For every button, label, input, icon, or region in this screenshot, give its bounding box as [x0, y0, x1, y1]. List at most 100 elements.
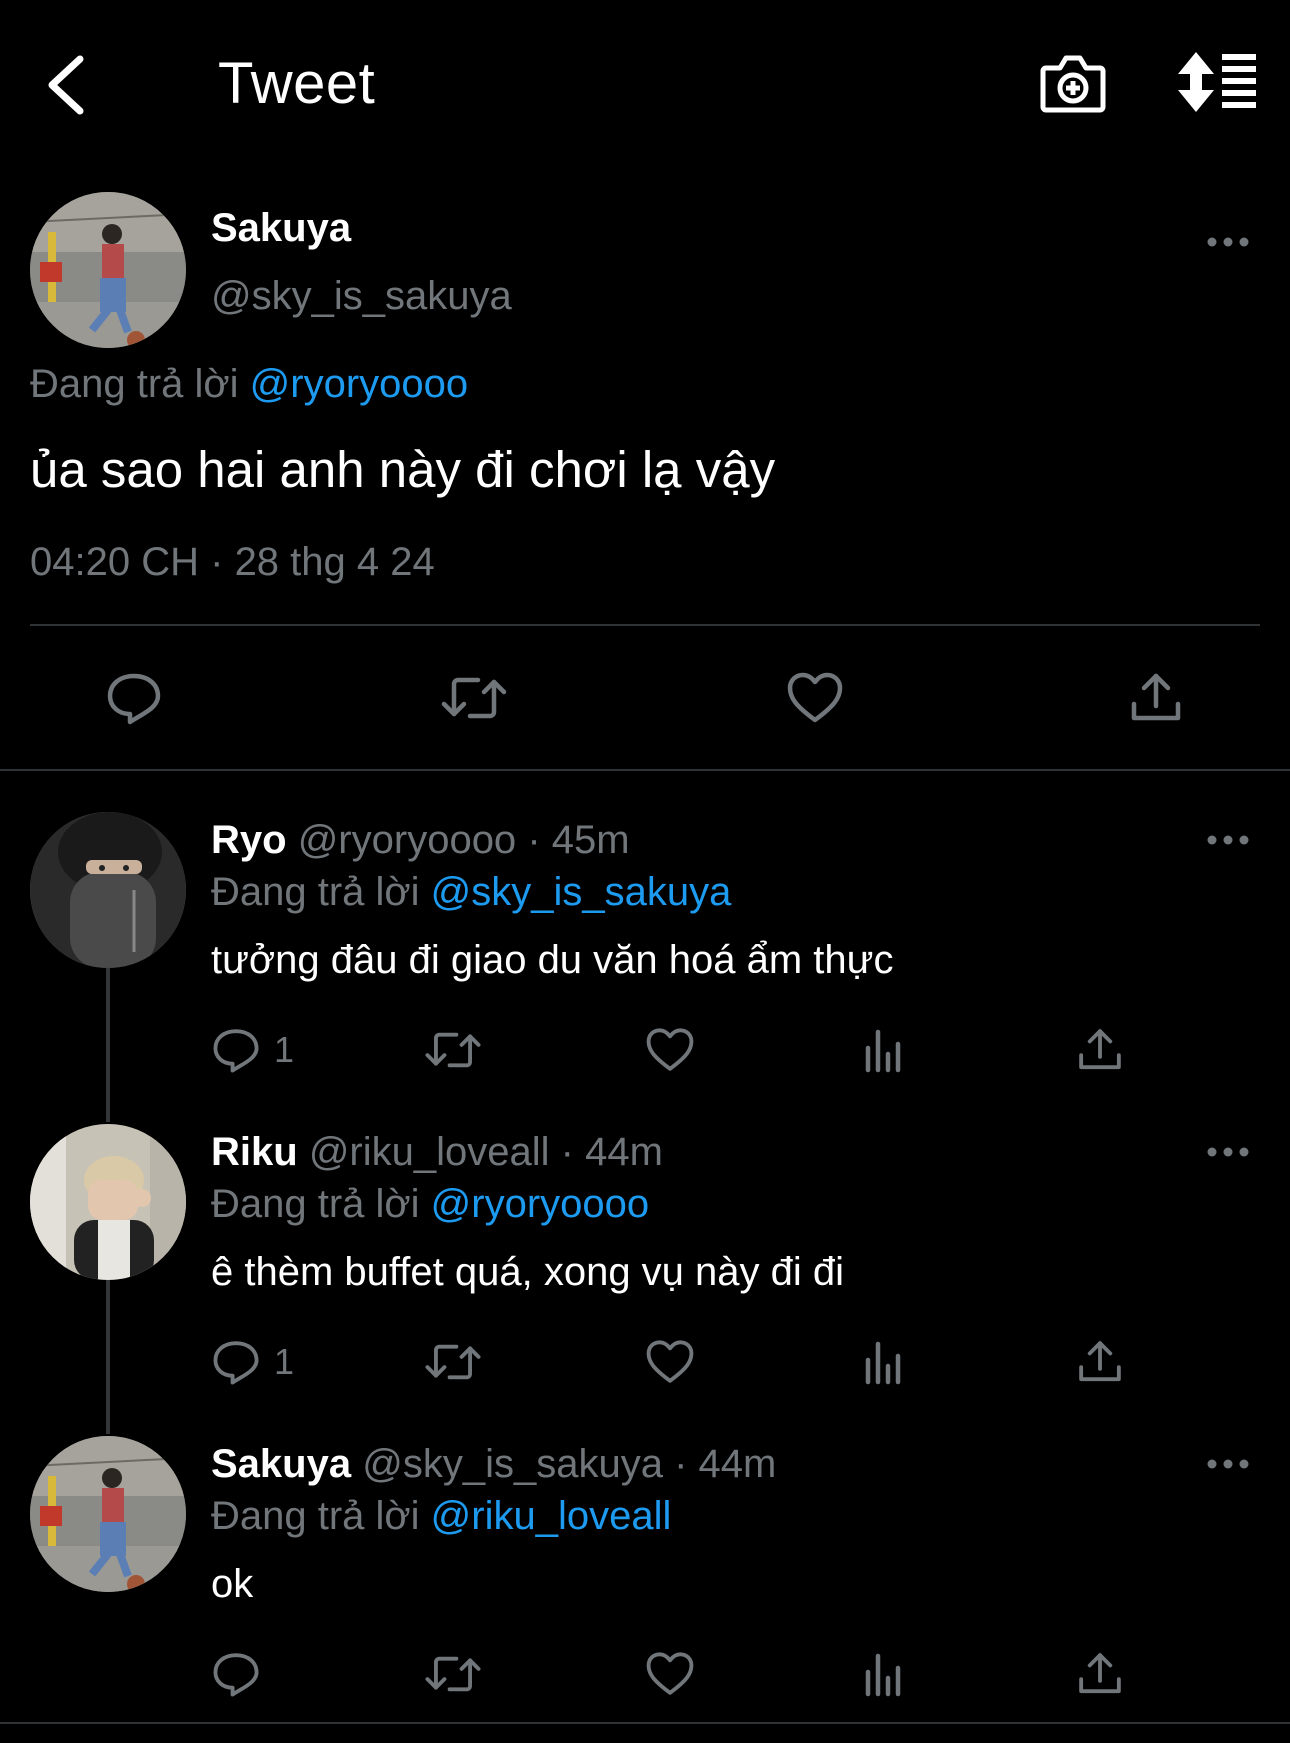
- author-handle[interactable]: @sky_is_sakuya: [362, 1442, 663, 1486]
- avatar-photo: [30, 192, 186, 348]
- divider: [30, 624, 1260, 626]
- reply-icon: [107, 673, 161, 725]
- reply-text: tưởng đâu đi giao du văn hoá ẩm thực: [211, 938, 894, 982]
- like-button[interactable]: [645, 1338, 695, 1386]
- thread-line: [106, 1280, 110, 1434]
- like-button[interactable]: [645, 1650, 695, 1698]
- analytics-icon: [865, 1341, 901, 1385]
- avatar-photo: [30, 1436, 186, 1592]
- divider: [0, 1722, 1290, 1724]
- reply-header: Ryo @ryoryoooo · 45m: [211, 818, 630, 863]
- retweet-button[interactable]: [424, 1650, 482, 1698]
- avatar[interactable]: [30, 1124, 186, 1280]
- more-options-button[interactable]: [1206, 232, 1250, 252]
- back-button[interactable]: [44, 55, 88, 115]
- reply-button[interactable]: [106, 670, 162, 726]
- reply-icon: [213, 1341, 259, 1385]
- share-icon: [1079, 1341, 1121, 1382]
- like-button[interactable]: [786, 670, 844, 726]
- timestamp-separator: ·: [210, 540, 224, 584]
- replying-mention-link[interactable]: @ryoryoooo: [250, 362, 468, 406]
- retweet-button[interactable]: [424, 1338, 482, 1386]
- tweet-time: 04:20 CH: [30, 540, 199, 584]
- avatar[interactable]: [30, 812, 186, 968]
- author-name[interactable]: Ryo: [211, 818, 287, 862]
- share-button[interactable]: [1076, 1338, 1124, 1386]
- views-button[interactable]: [862, 1026, 906, 1074]
- retweet-icon: [425, 1656, 481, 1692]
- author-handle[interactable]: @riku_loveall: [309, 1130, 550, 1174]
- more-options-button[interactable]: [1206, 1454, 1250, 1474]
- replying-to: Đang trả lời @ryoryoooo: [211, 1182, 649, 1227]
- more-icon: [1207, 1459, 1249, 1469]
- replying-to: Đang trả lời @sky_is_sakuya: [211, 870, 731, 915]
- reply-header: Sakuya @sky_is_sakuya · 44m: [211, 1442, 776, 1487]
- divider: [0, 769, 1290, 771]
- more-icon: [1207, 835, 1249, 845]
- more-icon: [1207, 237, 1249, 247]
- avatar-photo: [30, 1124, 186, 1280]
- reply-button[interactable]: 1: [212, 1026, 294, 1074]
- page-title: Tweet: [218, 51, 376, 116]
- reply-header: Riku @riku_loveall · 44m: [211, 1130, 663, 1175]
- chevron-left-icon: [48, 55, 84, 115]
- replying-mention-link[interactable]: @riku_loveall: [431, 1494, 672, 1538]
- reply-icon: [213, 1653, 259, 1697]
- share-button[interactable]: [1128, 670, 1184, 726]
- tweet-date: 28 thg 4 24: [234, 540, 435, 584]
- reply-button[interactable]: [212, 1650, 274, 1698]
- like-button[interactable]: [645, 1026, 695, 1074]
- tweet-timestamp[interactable]: 04:20 CH · 28 thg 4 24: [30, 540, 435, 585]
- reply-text: ok: [211, 1562, 254, 1606]
- reply-button[interactable]: 1: [212, 1338, 294, 1386]
- heart-icon: [646, 1652, 694, 1695]
- separator: ·: [560, 1130, 574, 1174]
- reply-count: 1: [274, 1341, 295, 1382]
- share-icon: [1131, 673, 1181, 721]
- author-handle[interactable]: @sky_is_sakuya: [211, 274, 512, 319]
- reply-age[interactable]: 45m: [552, 818, 630, 862]
- views-button[interactable]: [862, 1650, 906, 1698]
- replying-to: Đang trả lời @ryoryoooo: [30, 362, 468, 407]
- retweet-icon: [425, 1344, 481, 1380]
- more-options-button[interactable]: [1206, 1142, 1250, 1162]
- camera-button[interactable]: [1040, 50, 1106, 114]
- author-name[interactable]: Sakuya: [211, 206, 351, 251]
- more-options-button[interactable]: [1206, 830, 1250, 850]
- avatar-photo: [30, 812, 186, 968]
- reply-count: 1: [274, 1029, 295, 1070]
- reply-text: ê thèm buffet quá, xong vụ này đi đi: [211, 1250, 845, 1294]
- heart-icon: [646, 1028, 694, 1071]
- replying-mention-link[interactable]: @sky_is_sakuya: [431, 870, 732, 914]
- sort-button[interactable]: [1176, 52, 1258, 112]
- retweet-button[interactable]: [424, 1026, 482, 1074]
- analytics-icon: [865, 1029, 901, 1073]
- retweet-button[interactable]: [440, 670, 508, 726]
- tweet-text: ủa sao hai anh này đi chơi lạ vậy: [30, 441, 776, 498]
- author-name[interactable]: Riku: [211, 1130, 298, 1174]
- replying-to: Đang trả lời @riku_loveall: [211, 1494, 671, 1539]
- replying-label: Đang trả lời: [211, 1182, 420, 1226]
- camera-add-icon: [1040, 55, 1106, 113]
- share-button[interactable]: [1076, 1650, 1124, 1698]
- replying-mention-link[interactable]: @ryoryoooo: [431, 1182, 649, 1226]
- reply-age[interactable]: 44m: [699, 1442, 777, 1486]
- views-button[interactable]: [862, 1338, 906, 1386]
- share-button[interactable]: [1076, 1026, 1124, 1074]
- heart-icon: [787, 672, 843, 723]
- retweet-icon: [425, 1032, 481, 1068]
- separator: ·: [527, 818, 541, 862]
- reply-age[interactable]: 44m: [585, 1130, 663, 1174]
- replying-label: Đang trả lời: [211, 1494, 420, 1538]
- reply-icon: [213, 1029, 259, 1073]
- replying-label: Đang trả lời: [30, 362, 239, 406]
- more-icon: [1207, 1147, 1249, 1157]
- share-icon: [1079, 1653, 1121, 1694]
- heart-icon: [646, 1340, 694, 1383]
- avatar[interactable]: [30, 192, 186, 348]
- avatar[interactable]: [30, 1436, 186, 1592]
- author-handle[interactable]: @ryoryoooo: [298, 818, 516, 862]
- analytics-icon: [865, 1653, 901, 1697]
- author-name[interactable]: Sakuya: [211, 1442, 351, 1486]
- retweet-icon: [441, 677, 507, 719]
